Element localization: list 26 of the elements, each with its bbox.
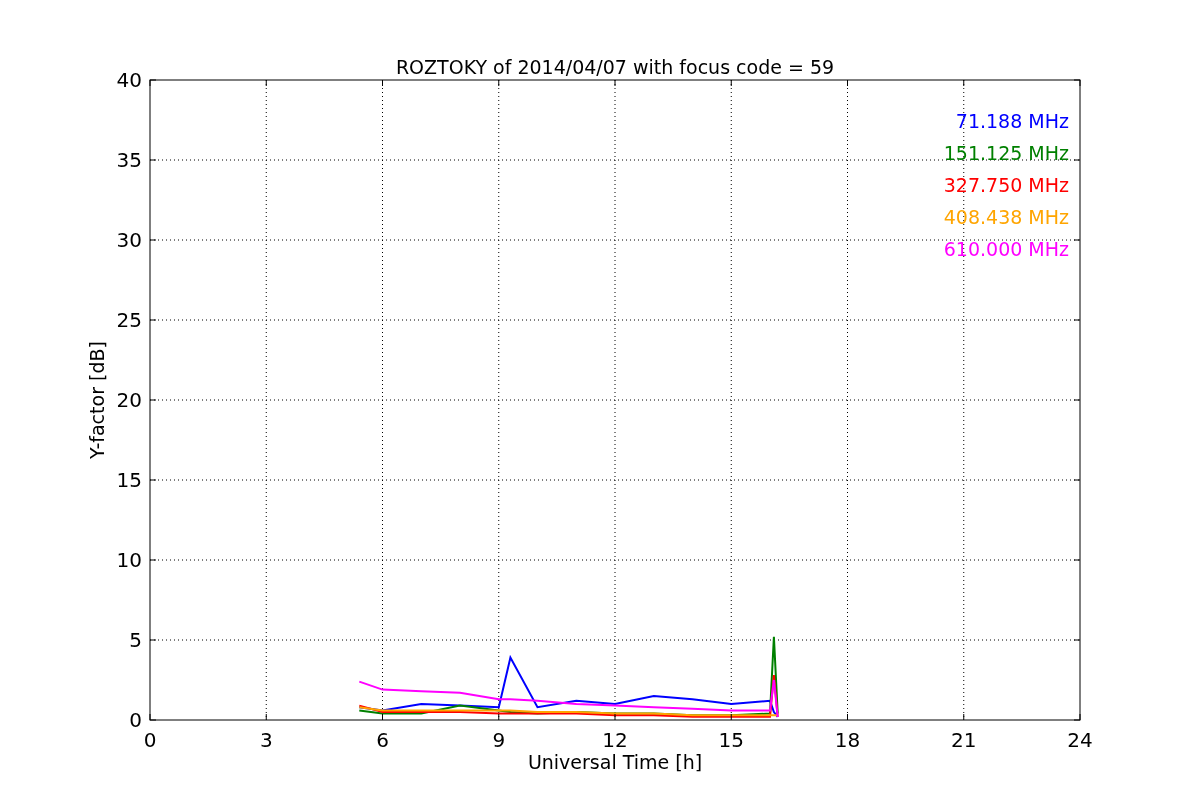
chart-title: ROZTOKY of 2014/04/07 with focus code = 59 [395, 56, 835, 78]
y-tick-label: 40 [116, 68, 142, 92]
x-tick-label: 12 [602, 728, 628, 752]
y-tick-label: 35 [116, 148, 142, 172]
legend-label: 610.000 MHz [943, 238, 1069, 260]
x-tick-label: 6 [376, 728, 389, 752]
legend-label: 71.188 MHz [955, 110, 1069, 132]
legend-label: 151.125 MHz [943, 142, 1069, 164]
x-tick-label: 0 [143, 728, 157, 752]
x-tick-label: 21 [951, 728, 977, 752]
y-axis-label: Y-factor [dB] [86, 341, 108, 459]
x-tick-label: 24 [1067, 728, 1093, 752]
x-tick-label: 9 [492, 728, 506, 752]
legend-label: 408.438 MHz [943, 206, 1069, 228]
y-tick-label: 20 [116, 388, 142, 412]
y-tick-label: 0 [129, 708, 142, 732]
y-tick-label: 15 [116, 468, 142, 492]
x-tick-label: 18 [834, 728, 861, 752]
x-tick-label: 3 [259, 728, 273, 752]
y-tick-label: 5 [129, 628, 142, 652]
legend-label: 327.750 MHz [943, 174, 1069, 196]
x-axis-label: Universal Time [h] [527, 751, 703, 773]
y-tick-label: 25 [116, 308, 142, 332]
y-tick-label: 30 [116, 228, 142, 252]
x-tick-label: 15 [718, 728, 744, 752]
y-tick-label: 10 [116, 548, 142, 572]
